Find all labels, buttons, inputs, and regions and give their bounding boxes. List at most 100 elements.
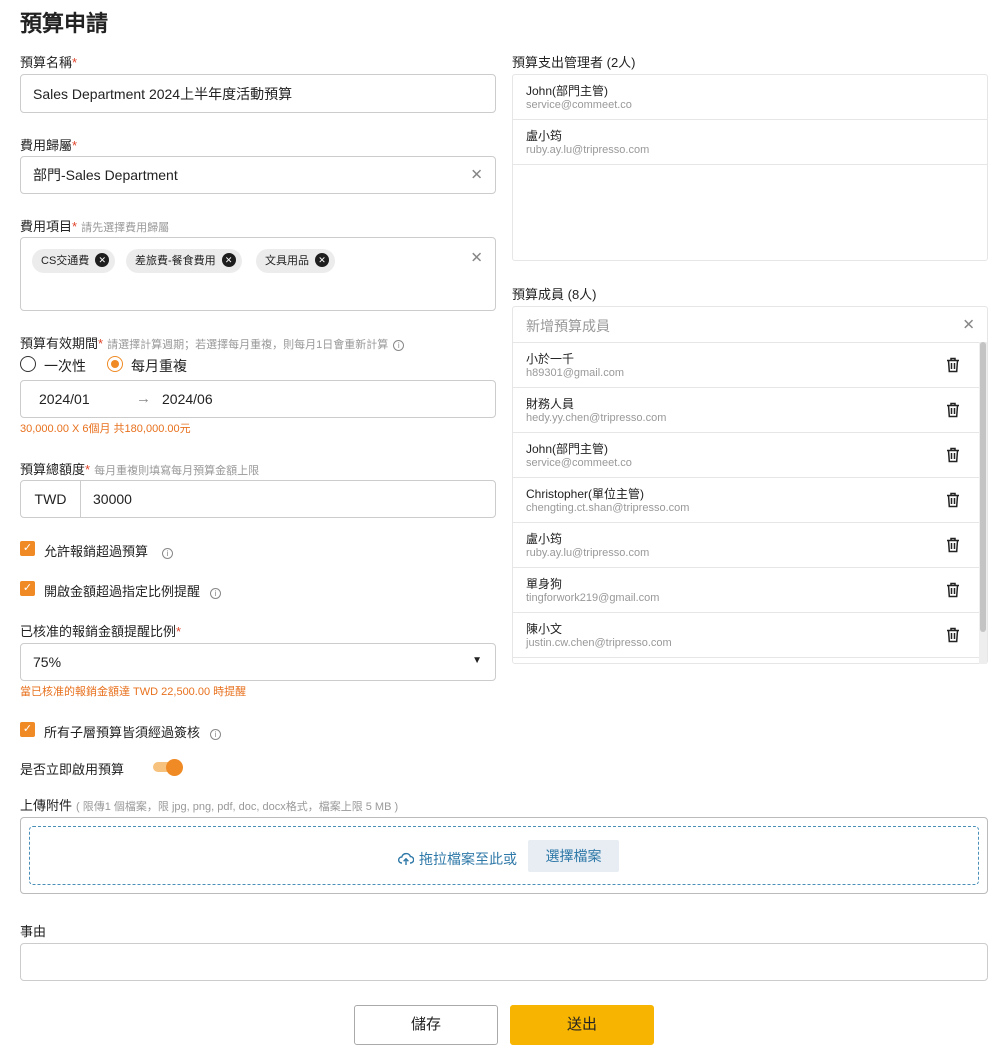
amount-label: 預算總額度* 每月重複則填寫每月預算金額上限: [20, 462, 260, 477]
member-item: John(部門主管) service@commeet.co: [513, 433, 979, 478]
currency-select[interactable]: TWD: [21, 481, 81, 517]
member-item: 單身狗 tingforwork219@gmail.com: [513, 568, 979, 613]
page-title: 預算申請: [20, 11, 109, 36]
member-item: 財務人員 hedy.yy.chen@tripresso.com: [513, 388, 979, 433]
manager-name: 盧小筠: [526, 129, 563, 143]
amount-input[interactable]: TWD 30000: [20, 480, 496, 518]
member-item: 陳小文 justin.cw.chen@tripresso.com: [513, 613, 979, 658]
cloud-upload-icon: [397, 852, 415, 865]
close-circle-icon[interactable]: ✕: [315, 253, 329, 267]
member-name: 陳小文: [526, 622, 563, 636]
member-list-scrollbar[interactable]: [979, 342, 987, 664]
ratio-value: 75%: [33, 654, 62, 670]
reason-label: 事由: [20, 924, 47, 939]
member-email: h89301@gmail.com: [526, 367, 624, 379]
trash-icon[interactable]: [946, 537, 960, 553]
member-email: tingforwork219@gmail.com: [526, 592, 660, 604]
upload-drop-text: 拖拉檔案至此或: [397, 849, 517, 869]
radio-monthly-label: 每月重複: [131, 358, 187, 374]
expense-tag: 文具用品 ✕: [256, 249, 335, 273]
member-name: John(部門主管): [526, 442, 609, 456]
close-icon[interactable]: ✕: [470, 168, 483, 183]
start-date: 2024/01: [39, 391, 90, 407]
manager-name: John(部門主管): [526, 84, 609, 98]
budget-name-label: 預算名稱*: [20, 55, 78, 70]
ratio-alert-label: 開啟金額超過指定比例提醒 i: [44, 581, 222, 600]
reason-input[interactable]: [20, 943, 988, 981]
trash-icon[interactable]: [946, 582, 960, 598]
member-item: 盧小筠 ruby.ay.lu@tripresso.com: [513, 523, 979, 568]
expense-owner-select[interactable]: 部門-Sales Department ✕: [20, 156, 496, 194]
allow-over-label: 允許報銷超過預算 i: [44, 541, 174, 560]
member-name: 財務人員: [526, 397, 575, 411]
info-icon[interactable]: i: [162, 548, 174, 559]
trash-icon[interactable]: [946, 402, 960, 418]
save-button[interactable]: 儲存: [354, 1005, 498, 1045]
managers-panel: John(部門主管) service@commeet.co 盧小筠 ruby.a…: [512, 74, 988, 261]
allow-over-checkbox[interactable]: ✓: [20, 541, 35, 556]
sub-approval-label: 所有子層預算皆須經過簽核 i: [44, 722, 222, 741]
member-name: Christopher(單位主管): [526, 487, 645, 501]
submit-button[interactable]: 送出: [510, 1005, 654, 1045]
budget-name-value: Sales Department 2024上半年度活動預算: [33, 85, 293, 102]
close-icon[interactable]: ✕: [962, 317, 975, 332]
radio-one-time-label: 一次性: [44, 358, 86, 374]
member-list: 小於一千 h89301@gmail.com 財務人員 hedy.yy.chen@…: [513, 343, 979, 663]
end-date: 2024/06: [162, 391, 213, 407]
manager-item: 盧小筠 ruby.ay.lu@tripresso.com: [513, 120, 987, 165]
add-member-placeholder: 新增預算成員: [526, 318, 610, 334]
ratio-select[interactable]: 75% ▼: [20, 643, 496, 681]
validity-label: 預算有效期間* 請選擇計算週期；若選擇每月重複，則每月1日會重新計算 i: [20, 333, 405, 352]
members-panel: 新增預算成員 ✕ 小於一千 h89301@gmail.com 財務人員 hedy…: [512, 306, 988, 664]
member-email: hedy.yy.chen@tripresso.com: [526, 412, 667, 424]
member-item: 小於一千 h89301@gmail.com: [513, 343, 979, 388]
ratio-alert-checkbox[interactable]: ✓: [20, 581, 35, 596]
expense-tag: CS交通費 ✕: [32, 249, 116, 273]
enable-toggle[interactable]: [153, 759, 183, 776]
trash-icon[interactable]: [946, 447, 960, 463]
expense-tag: 差旅費-餐食費用 ✕: [126, 249, 242, 273]
trash-icon[interactable]: [946, 492, 960, 508]
add-member-input[interactable]: 新增預算成員 ✕: [513, 307, 987, 343]
choose-file-button[interactable]: 選擇檔案: [528, 840, 619, 872]
manager-item: John(部門主管) service@commeet.co: [513, 75, 987, 120]
sub-approval-checkbox[interactable]: ✓: [20, 722, 35, 737]
caret-down-icon: ▼: [472, 655, 482, 666]
members-label: 預算成員 (8人): [512, 287, 597, 302]
arrow-right-icon: →: [136, 390, 151, 407]
check-icon: ✓: [22, 542, 33, 554]
expense-owner-label: 費用歸屬*: [20, 138, 78, 153]
member-email: service@commeet.co: [526, 457, 632, 469]
date-range-picker[interactable]: 2024/01 → 2024/06: [20, 380, 496, 418]
budget-name-input[interactable]: Sales Department 2024上半年度活動預算: [20, 74, 496, 113]
close-icon[interactable]: ✕: [470, 251, 483, 266]
close-circle-icon[interactable]: ✕: [221, 253, 236, 267]
manager-email: ruby.ay.lu@tripresso.com: [526, 144, 650, 156]
ratio-note: 當已核准的報銷金額達 TWD 22,500.00 時提醒: [20, 686, 247, 698]
member-item: Christopher(單位主管) chengting.ct.shan@trip…: [513, 478, 979, 523]
check-icon: ✓: [22, 723, 33, 735]
enable-label: 是否立即啟用預算: [20, 762, 125, 777]
member-email: justin.cw.chen@tripresso.com: [526, 637, 672, 649]
info-icon[interactable]: i: [210, 729, 222, 740]
trash-icon[interactable]: [946, 627, 960, 643]
member-name: 單身狗: [526, 577, 563, 591]
expense-items-select[interactable]: CS交通費 ✕ 差旅費-餐食費用 ✕ 文具用品 ✕ ✕: [20, 237, 496, 311]
expense-owner-value: 部門-Sales Department: [33, 167, 178, 183]
radio-one-time[interactable]: [20, 356, 36, 372]
manager-email: service@commeet.co: [526, 99, 632, 111]
validity-summary: 30,000.00 X 6個月 共180,000.00元: [20, 423, 191, 435]
member-name: 小於一千: [526, 352, 575, 366]
attachment-label: 上傳附件( 限傳1 個檔案，限 jpg, png, pdf, doc, docx…: [20, 798, 399, 813]
upload-dropzone[interactable]: 拖拉檔案至此或 選擇檔案: [20, 817, 988, 894]
expense-items-label: 費用項目* 請先選擇費用歸屬: [20, 219, 170, 234]
member-name: 盧小筠: [526, 532, 563, 546]
amount-value: 30000: [93, 491, 132, 507]
info-icon[interactable]: i: [210, 588, 222, 599]
trash-icon[interactable]: [946, 357, 960, 373]
close-circle-icon[interactable]: ✕: [95, 253, 110, 267]
check-icon: ✓: [22, 582, 33, 594]
managers-label: 預算支出管理者 (2人): [512, 55, 636, 70]
radio-monthly[interactable]: [107, 356, 123, 372]
info-icon[interactable]: i: [393, 340, 405, 351]
